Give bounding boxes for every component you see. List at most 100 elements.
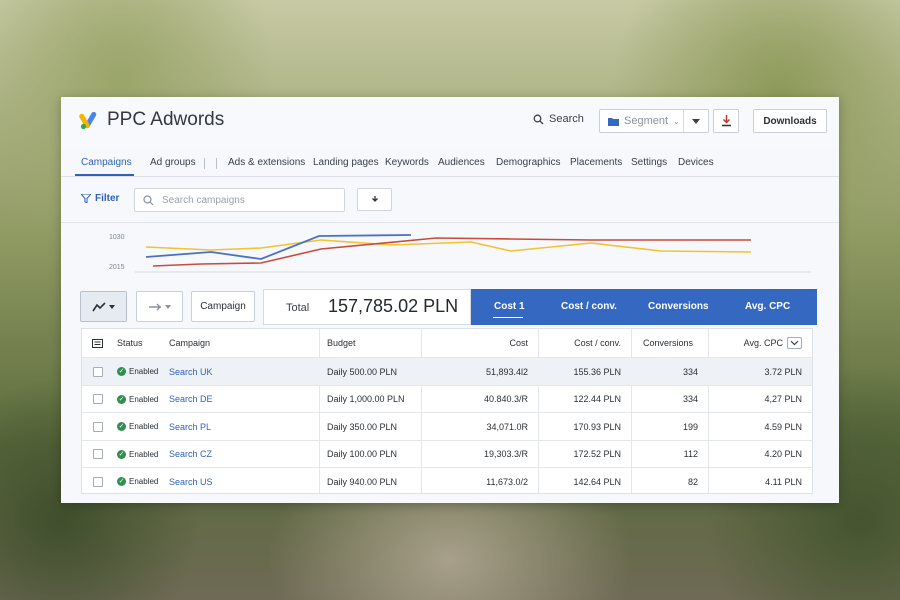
- performance-chart: 1030 2015: [61, 222, 839, 284]
- row-checkbox[interactable]: [93, 449, 103, 459]
- nav-tabs: Campaigns Ad groups Ads & extensions Lan…: [61, 149, 839, 177]
- caret-down-icon: [692, 118, 700, 124]
- header-conversions[interactable]: Conversions: [643, 329, 708, 357]
- budget-cell: Daily 940.00 PLN: [327, 476, 398, 487]
- cost-per-conv-cell: 155.36 PLN: [573, 366, 621, 377]
- check-icon: ✓: [117, 477, 126, 486]
- filter-icon: [81, 194, 91, 203]
- status-text: Enabled: [129, 422, 159, 431]
- tab-keywords[interactable]: Keywords: [385, 157, 429, 168]
- budget-cell: Daily 1,000.00 PLN: [327, 394, 405, 404]
- segment-caret-button[interactable]: [684, 110, 708, 132]
- metrics-bar: Cost 1 Cost / conv. Conversions Avg. CPC: [471, 289, 817, 325]
- conversions-cell: 334: [682, 394, 698, 404]
- cost-per-conv-cell: 122.44 PLN: [573, 394, 621, 404]
- header-avg-cpc-cell[interactable]: Avg. CPC: [708, 329, 812, 357]
- tab-ads-extensions[interactable]: Ads & extensions: [228, 157, 305, 168]
- series-line-yellow: [145, 239, 752, 253]
- avg-cpc-cell: 3.72 PLN: [764, 366, 802, 377]
- status-badge: ✓ Enabled: [117, 441, 158, 468]
- cost-per-conv-cell: 170.93 PLN: [573, 421, 621, 432]
- total-value: 157,785.02 PLN: [328, 296, 459, 316]
- table-row[interactable]: ✓ Enabled Search PL Daily 350.00 PLN 34,0…: [82, 412, 812, 440]
- tab-devices[interactable]: Devices: [678, 157, 714, 168]
- cost-per-conv-cell: 172.52 PLN: [573, 449, 621, 459]
- cost-cell: 40.840.3/R: [483, 394, 528, 404]
- tab-demographics[interactable]: Demographics: [496, 157, 560, 168]
- adwords-logo-icon: [79, 111, 97, 130]
- tab-ad-groups[interactable]: Ad groups: [150, 157, 196, 168]
- tab-settings[interactable]: Settings: [631, 157, 667, 168]
- search-campaigns-field[interactable]: [134, 188, 345, 212]
- check-icon: ✓: [117, 394, 126, 404]
- folder-icon: [608, 117, 619, 126]
- export-button[interactable]: [357, 188, 392, 211]
- row-checkbox[interactable]: [93, 476, 103, 487]
- header-cost-per-conv[interactable]: Cost / conv.: [538, 329, 631, 357]
- total-label: Total: [286, 302, 310, 314]
- row-checkbox[interactable]: [93, 421, 103, 432]
- tab-audiences[interactable]: Audiences: [438, 157, 485, 168]
- segment-label: Segment: [624, 115, 669, 127]
- status-badge: ✓ Enabled: [117, 413, 158, 440]
- metric-avg-cpc[interactable]: Avg. CPC: [745, 301, 790, 312]
- campaign-link[interactable]: Search UK: [169, 358, 213, 385]
- download-icon-button[interactable]: [713, 109, 739, 133]
- avg-cpc-cell: 4.11 PLN: [765, 476, 802, 487]
- check-icon: ✓: [117, 422, 126, 431]
- campaign-link[interactable]: Search DE: [169, 386, 213, 413]
- chevron-down-icon: [790, 340, 799, 346]
- campaign-link[interactable]: Search PL: [169, 413, 211, 440]
- metric-cost-per-conv[interactable]: Cost / conv.: [561, 301, 617, 312]
- check-icon: ✓: [117, 449, 126, 459]
- table-row[interactable]: ✓ Enabled Search US Daily 940.00 PLN 11,6…: [82, 467, 812, 495]
- search-campaigns-input[interactable]: [162, 194, 332, 206]
- budget-cell: Daily 100.00 PLN: [327, 449, 398, 459]
- header-status[interactable]: Status: [117, 329, 167, 357]
- active-metric-indicator: [493, 317, 523, 318]
- conversions-cell: 112: [683, 449, 698, 459]
- budget-cell: Daily 500.00 PLN: [327, 366, 398, 377]
- row-checkbox[interactable]: [93, 394, 103, 404]
- campaign-link[interactable]: Search CZ: [169, 441, 212, 468]
- header-budget[interactable]: Budget: [327, 329, 417, 357]
- campaign-link[interactable]: Search US: [169, 468, 213, 495]
- table-row[interactable]: ✓ Enabled Search UK Daily 500.00 PLN 51,8…: [82, 357, 812, 385]
- segment-dropdown[interactable]: Segment ⌄: [599, 109, 709, 133]
- metric-cost[interactable]: Cost 1: [494, 301, 525, 312]
- nav-divider: [204, 158, 205, 169]
- header-avg-cpc: Avg. CPC: [743, 338, 783, 348]
- table-row[interactable]: ✓ Enabled Search CZ Daily 100.00 PLN 19,3…: [82, 439, 812, 468]
- sort-dropdown[interactable]: [787, 337, 802, 349]
- line-chart-icon: [92, 301, 106, 311]
- app-window: PPC Adwords Search Segment ⌄ Downloads C…: [61, 97, 839, 503]
- header-campaign[interactable]: Campaign: [169, 329, 309, 357]
- select-all-toggle[interactable]: [92, 329, 112, 357]
- avg-cpc-cell: 4,27 PLN: [764, 394, 802, 404]
- campaign-button[interactable]: Campaign: [191, 291, 255, 322]
- compare-button[interactable]: [136, 291, 183, 322]
- tab-placements[interactable]: Placements: [570, 157, 622, 168]
- header-search-label: Search: [549, 113, 584, 125]
- cost-cell: 51,893.4l2: [485, 366, 528, 377]
- chart-type-button[interactable]: [80, 291, 127, 322]
- downloads-button[interactable]: Downloads: [753, 109, 827, 133]
- header-search-button[interactable]: Search: [533, 113, 584, 125]
- row-checkbox[interactable]: [93, 366, 103, 377]
- status-badge: ✓ Enabled: [117, 358, 158, 385]
- header-cost[interactable]: Cost: [421, 329, 538, 357]
- tab-landing-pages[interactable]: Landing pages: [313, 157, 379, 168]
- active-tab-indicator: [75, 174, 134, 176]
- total-summary: Total 157,785.02 PLN: [263, 289, 471, 325]
- conversions-cell: 199: [682, 421, 698, 432]
- tab-campaigns[interactable]: Campaigns: [81, 157, 132, 168]
- table-row[interactable]: ✓ Enabled Search DE Daily 1,000.00 PLN 40…: [82, 384, 812, 413]
- budget-cell: Daily 350.00 PLN: [327, 421, 398, 432]
- filter-button[interactable]: Filter: [81, 193, 119, 204]
- metric-conversions[interactable]: Conversions: [648, 301, 709, 312]
- cost-cell: 11,673.0/2: [486, 476, 528, 487]
- segment-select[interactable]: Segment ⌄: [600, 110, 684, 132]
- search-icon: [143, 194, 154, 205]
- avg-cpc-cell: 4.20 PLN: [764, 449, 802, 459]
- header: PPC Adwords Search Segment ⌄ Downloads: [61, 97, 839, 147]
